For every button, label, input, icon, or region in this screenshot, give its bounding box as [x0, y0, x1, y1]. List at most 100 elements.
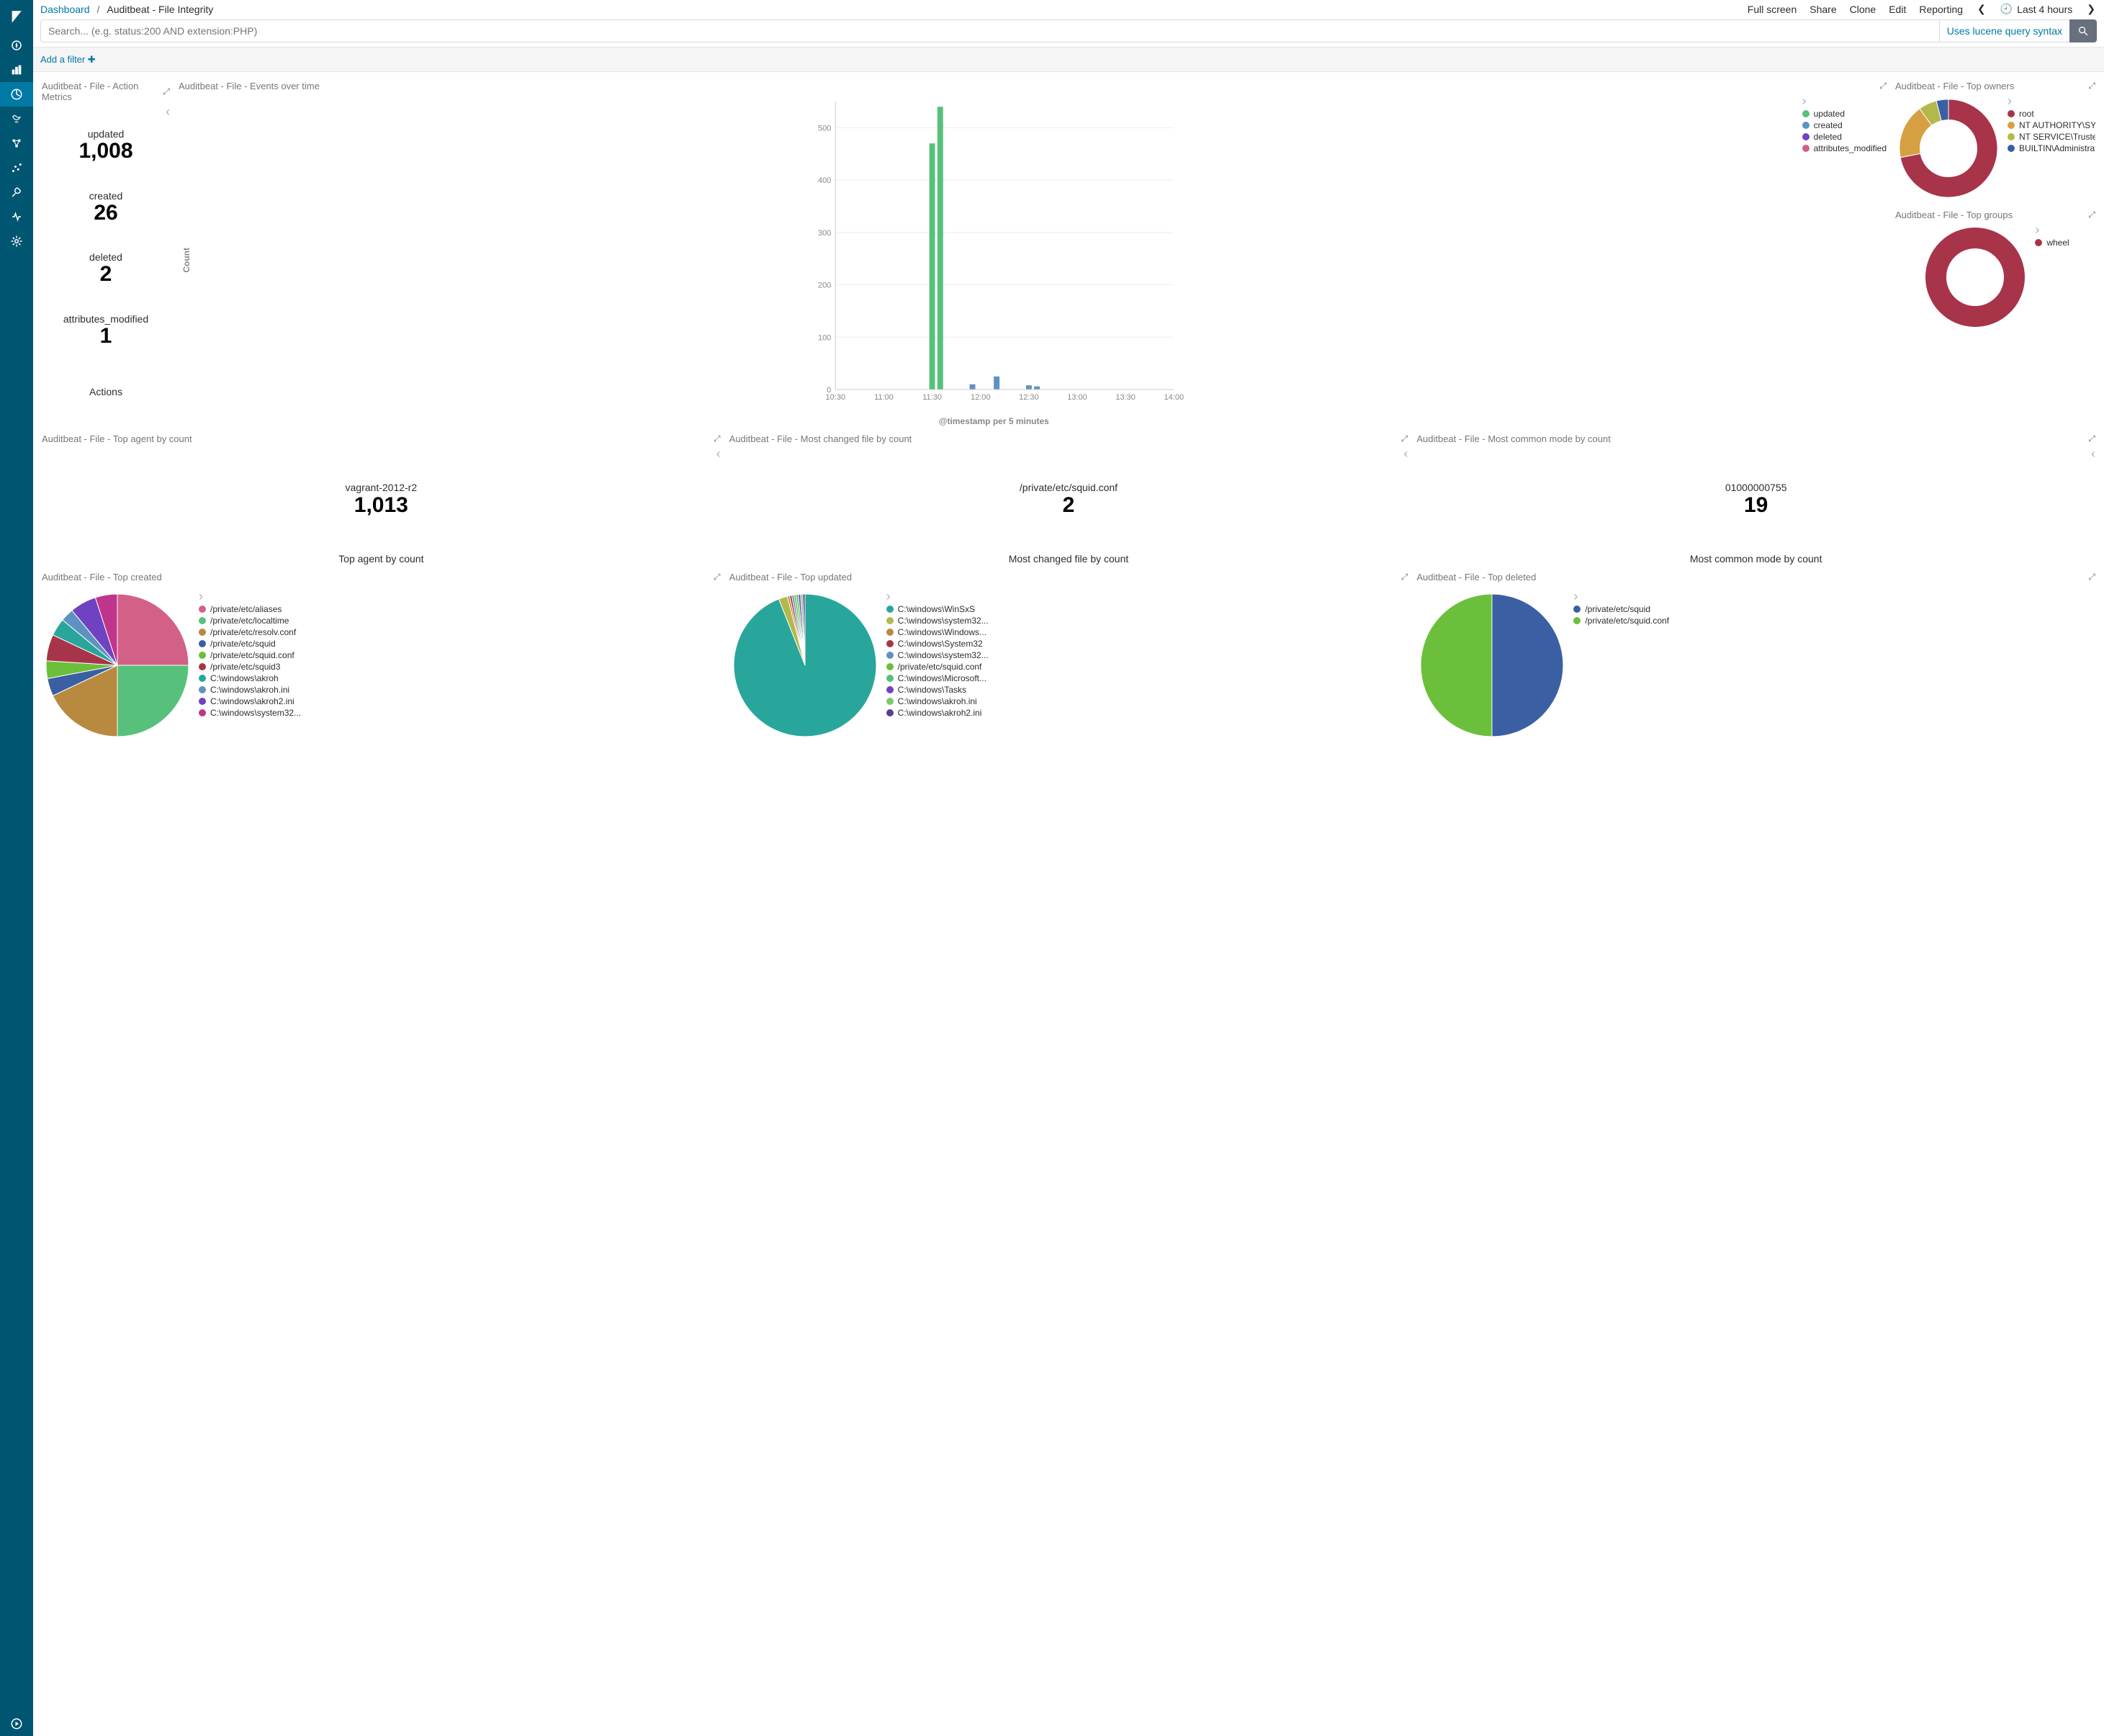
- legend-item[interactable]: /private/etc/squid: [199, 639, 301, 649]
- chevron-left-icon[interactable]: ‹: [166, 104, 170, 119]
- chevron-right-icon[interactable]: ›: [1802, 94, 1807, 108]
- legend-item[interactable]: /private/etc/squid.conf: [886, 662, 989, 672]
- expand-icon[interactable]: ⤢: [163, 86, 170, 97]
- kibana-logo[interactable]: [0, 0, 33, 33]
- expand-icon[interactable]: ⤢: [1879, 81, 1887, 91]
- add-filter-button[interactable]: Add a filter ✚: [40, 54, 96, 65]
- clock-icon: 🕘: [2000, 3, 2013, 15]
- legend-item[interactable]: root: [2008, 109, 2095, 119]
- legend-item[interactable]: wheel: [2035, 238, 2069, 248]
- legend-item[interactable]: NT SERVICE\TrustedIn...: [2008, 132, 2095, 142]
- legend-item[interactable]: /private/etc/aliases: [199, 604, 301, 614]
- expand-icon[interactable]: ⤢: [714, 572, 721, 583]
- legend-item[interactable]: /private/etc/squid.conf: [1573, 616, 1669, 626]
- legend-item[interactable]: /private/etc/squid: [1573, 604, 1669, 614]
- nav-management[interactable]: [0, 229, 33, 253]
- chevron-right-icon[interactable]: ›: [199, 589, 203, 603]
- legend-item[interactable]: attributes_modified: [1802, 143, 1887, 153]
- legend-item[interactable]: C:\windows\akroh2.ini: [886, 708, 989, 718]
- panel-top-agent: Auditbeat - File - Top agent by count ⤢ …: [37, 429, 725, 567]
- panel-title-label: Auditbeat - File - Top owners: [1895, 81, 2014, 91]
- events-bar-chart[interactable]: 010020030040050010:3011:0011:3012:0012:3…: [192, 94, 1797, 411]
- chevron-right-icon[interactable]: ›: [886, 589, 891, 603]
- chevron-left-icon[interactable]: ‹: [2091, 446, 2095, 461]
- chevron-right-icon[interactable]: ›: [2008, 94, 2012, 108]
- breadcrumb-separator: /: [93, 4, 104, 15]
- legend-item[interactable]: C:\windows\akroh2.ini: [199, 696, 301, 706]
- legend-item[interactable]: C:\windows\Microsoft...: [886, 673, 989, 683]
- top-created-pie[interactable]: [42, 590, 193, 741]
- legend-label: /private/etc/resolv.conf: [210, 627, 296, 637]
- legend-item[interactable]: C:\windows\akroh.ini: [886, 696, 989, 706]
- metric-item: attributes_modified1: [42, 303, 170, 365]
- top-groups-donut[interactable]: [1921, 223, 2029, 331]
- stat-footer: Most changed file by count: [729, 517, 1408, 565]
- search-input[interactable]: [40, 19, 1940, 42]
- time-range-picker[interactable]: 🕘 Last 4 hours: [2000, 3, 2073, 15]
- legend-item[interactable]: updated: [1802, 109, 1887, 119]
- legend-item[interactable]: /private/etc/localtime: [199, 616, 301, 626]
- expand-icon[interactable]: ⤢: [2088, 433, 2095, 444]
- legend-item[interactable]: C:\windows\akroh.ini: [199, 685, 301, 695]
- metric-item: deleted2: [42, 241, 170, 303]
- expand-icon[interactable]: ⤢: [1401, 572, 1408, 583]
- nav-collapse[interactable]: [0, 1712, 33, 1736]
- nav-apm[interactable]: [0, 131, 33, 156]
- chevron-right-icon[interactable]: ›: [2035, 222, 2039, 237]
- legend-swatch: [1573, 617, 1581, 624]
- legend-item[interactable]: C:\windows\system32...: [886, 616, 989, 626]
- time-prev-icon[interactable]: ❮: [1976, 3, 1987, 15]
- legend-swatch: [886, 686, 894, 693]
- panel-top-created: Auditbeat - File - Top created ⤢ › /priv…: [37, 567, 725, 744]
- nav-devtools[interactable]: [0, 180, 33, 204]
- nav-discover[interactable]: [0, 33, 33, 58]
- nav-monitoring[interactable]: [0, 204, 33, 229]
- lucene-syntax-link[interactable]: Uses lucene query syntax: [1940, 19, 2069, 42]
- legend-swatch: [1802, 110, 1809, 117]
- legend-label: /private/etc/squid: [1585, 604, 1650, 614]
- action-share[interactable]: Share: [1809, 4, 1836, 15]
- legend-swatch: [199, 675, 206, 682]
- legend-item[interactable]: C:\windows\system32...: [886, 650, 989, 660]
- search-button[interactable]: [2069, 19, 2097, 42]
- chevron-left-icon[interactable]: ‹: [1403, 446, 1408, 461]
- time-next-icon[interactable]: ❯: [2085, 3, 2097, 15]
- legend-swatch: [199, 709, 206, 716]
- expand-icon[interactable]: ⤢: [714, 433, 721, 444]
- legend-item[interactable]: BUILTIN\Administrato...: [2008, 143, 2095, 153]
- expand-icon[interactable]: ⤢: [1401, 433, 1408, 444]
- legend-item[interactable]: C:\windows\WinSxS: [886, 604, 989, 614]
- legend-item[interactable]: created: [1802, 120, 1887, 130]
- legend-item[interactable]: C:\windows\akroh: [199, 673, 301, 683]
- action-edit[interactable]: Edit: [1889, 4, 1906, 15]
- nav-dashboard[interactable]: [0, 82, 33, 107]
- top-owners-donut[interactable]: [1895, 94, 2002, 202]
- top-updated-pie[interactable]: [729, 590, 881, 741]
- top-deleted-pie[interactable]: [1416, 590, 1568, 741]
- chevron-left-icon[interactable]: ‹: [716, 446, 721, 461]
- breadcrumb-root[interactable]: Dashboard: [40, 4, 90, 15]
- legend-swatch: [886, 617, 894, 624]
- svg-text:10:30: 10:30: [826, 393, 846, 402]
- legend-item[interactable]: /private/etc/squid3: [199, 662, 301, 672]
- legend-item[interactable]: deleted: [1802, 132, 1887, 142]
- nav-visualize[interactable]: [0, 58, 33, 82]
- action-fullscreen[interactable]: Full screen: [1748, 4, 1797, 15]
- legend-item[interactable]: /private/etc/resolv.conf: [199, 627, 301, 637]
- action-clone[interactable]: Clone: [1850, 4, 1876, 15]
- legend-item[interactable]: C:\windows\Windows...: [886, 627, 989, 637]
- legend-item[interactable]: C:\windows\Tasks: [886, 685, 989, 695]
- nav-ml[interactable]: [0, 156, 33, 180]
- action-reporting[interactable]: Reporting: [1919, 4, 1963, 15]
- expand-icon[interactable]: ⤢: [2088, 81, 2095, 91]
- chevron-right-icon[interactable]: ›: [1573, 589, 1578, 603]
- legend-item[interactable]: C:\windows\System32: [886, 639, 989, 649]
- legend-item[interactable]: NT AUTHORITY\SYSTE...: [2008, 120, 2095, 130]
- expand-icon[interactable]: ⤢: [2088, 210, 2095, 220]
- expand-icon[interactable]: ⤢: [2088, 572, 2095, 583]
- legend-label: C:\windows\Microsoft...: [898, 673, 986, 683]
- legend-item[interactable]: /private/etc/squid.conf: [199, 650, 301, 660]
- panel-title-label: Auditbeat - File - Top deleted: [1416, 572, 1536, 583]
- nav-timelion[interactable]: [0, 107, 33, 131]
- legend-item[interactable]: C:\windows\system32...: [199, 708, 301, 718]
